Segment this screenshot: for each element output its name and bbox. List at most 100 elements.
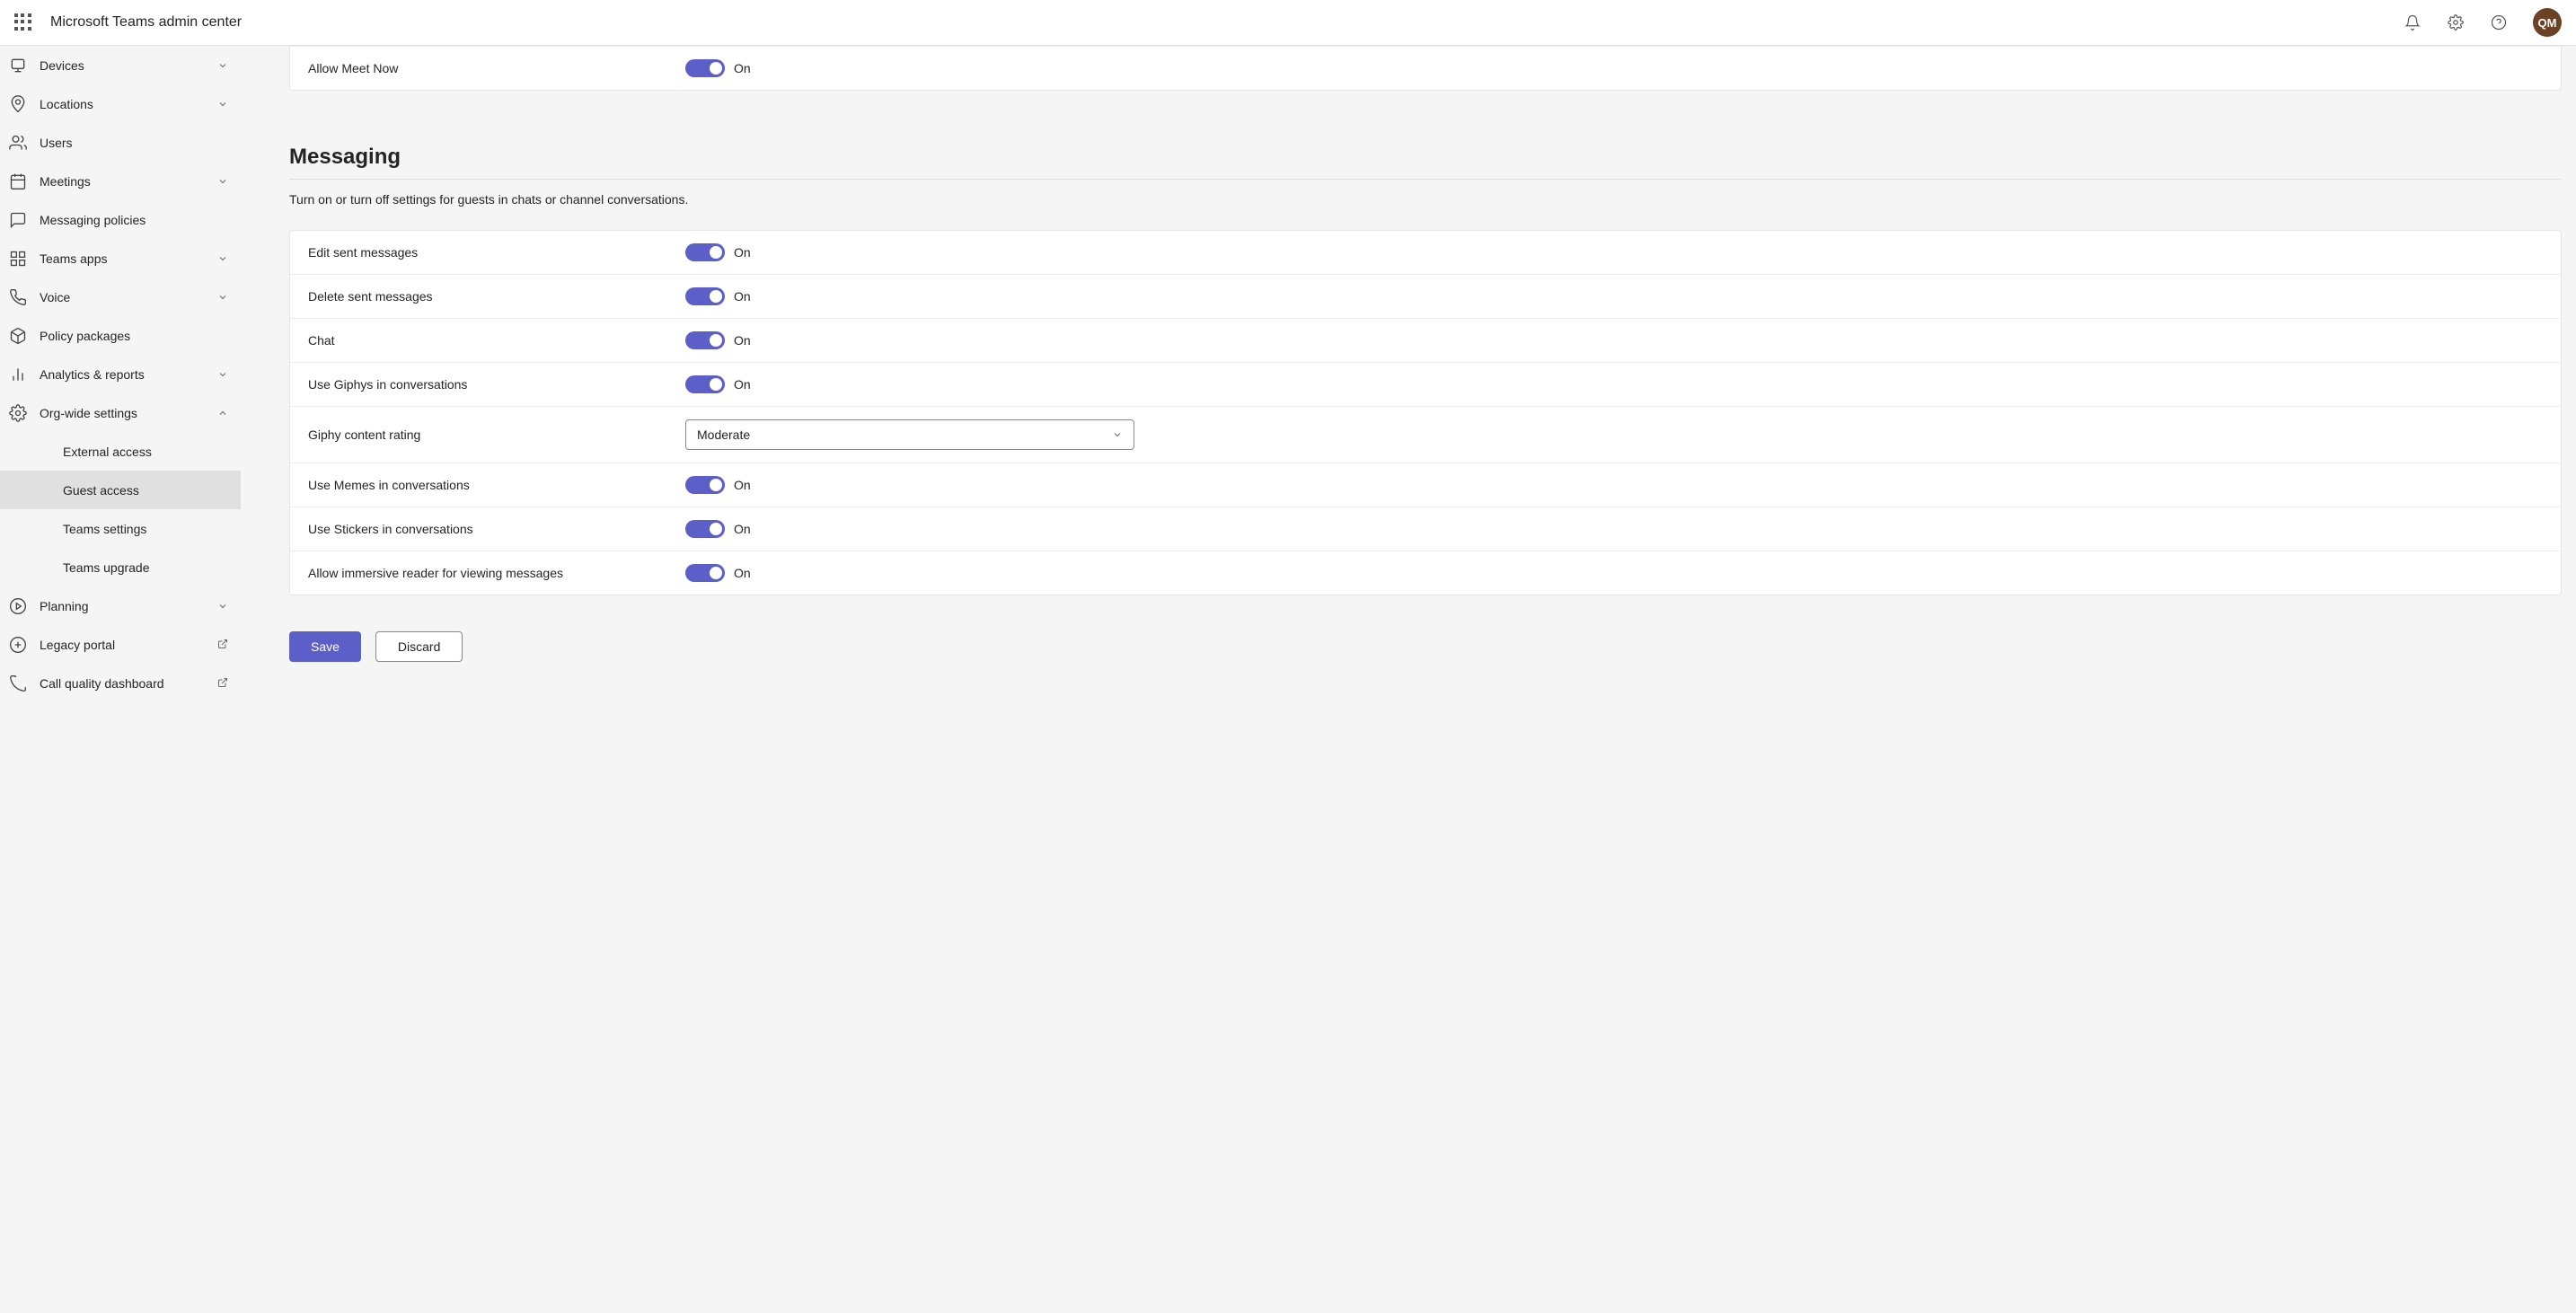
sidebar-item-messaging-policies[interactable]: Messaging policies — [0, 200, 241, 239]
sidebar-item-label: Planning — [40, 599, 205, 613]
setting-row-immersive-reader: Allow immersive reader for viewing messa… — [290, 551, 2561, 595]
sidebar-item-external-access[interactable]: External access — [0, 432, 241, 471]
sidebar-item-users[interactable]: Users — [0, 123, 241, 162]
sidebar-item-teams-apps[interactable]: Teams apps — [0, 239, 241, 278]
sidebar-item-label: External access — [63, 445, 230, 459]
sidebar-item-label: Locations — [40, 97, 205, 111]
setting-label: Delete sent messages — [308, 289, 685, 304]
external-link-icon — [217, 639, 230, 651]
setting-row-use-stickers: Use Stickers in conversations On — [290, 507, 2561, 551]
sidebar-item-meetings[interactable]: Meetings — [0, 162, 241, 200]
app-launcher-icon[interactable] — [14, 13, 32, 31]
chevron-down-icon — [216, 251, 230, 266]
sidebar-item-label: Analytics & reports — [40, 367, 205, 382]
sidebar-item-label: Voice — [40, 290, 205, 304]
setting-label: Use Memes in conversations — [308, 478, 685, 492]
toggle-use-memes[interactable] — [685, 476, 725, 494]
chevron-down-icon — [1112, 429, 1123, 440]
toggle-chat[interactable] — [685, 331, 725, 349]
setting-control: On — [685, 375, 2543, 393]
apps-icon — [7, 248, 29, 269]
location-icon — [7, 93, 29, 115]
settings-icon[interactable] — [2447, 13, 2465, 31]
sidebar-item-label: Legacy portal — [40, 638, 201, 652]
sidebar-item-call-quality-dashboard[interactable]: Call quality dashboard — [0, 664, 241, 702]
sidebar-item-voice[interactable]: Voice — [0, 278, 241, 316]
header-left: Microsoft Teams admin center — [14, 13, 242, 31]
toggle-state: On — [734, 522, 751, 536]
sidebar-item-devices[interactable]: Devices — [0, 46, 241, 84]
discard-button[interactable]: Discard — [375, 631, 463, 662]
legacy-icon — [7, 634, 29, 656]
sidebar-item-label: Call quality dashboard — [40, 676, 201, 691]
setting-row-giphy-content-rating: Giphy content rating Moderate — [290, 407, 2561, 463]
notifications-icon[interactable] — [2404, 13, 2422, 31]
sidebar-item-locations[interactable]: Locations — [0, 84, 241, 123]
sidebar-item-guest-access[interactable]: Guest access — [0, 471, 241, 509]
toggle-delete-sent-messages[interactable] — [685, 287, 725, 305]
toggle-use-stickers[interactable] — [685, 520, 725, 538]
toggle-state: On — [734, 377, 751, 392]
analytics-icon — [7, 364, 29, 385]
main-content: Allow Meet Now On Messaging Turn on or t… — [241, 46, 2576, 1313]
setting-row-edit-sent-messages: Edit sent messages On — [290, 231, 2561, 275]
setting-label: Allow Meet Now — [308, 61, 685, 75]
save-button[interactable]: Save — [289, 631, 361, 662]
toggle-state: On — [734, 333, 751, 348]
sidebar-item-org-wide-settings[interactable]: Org-wide settings — [0, 393, 241, 432]
chevron-down-icon — [216, 58, 230, 73]
toggle-edit-sent-messages[interactable] — [685, 243, 725, 261]
sidebar-item-planning[interactable]: Planning — [0, 586, 241, 625]
chevron-down-icon — [216, 367, 230, 382]
toggle-state: On — [734, 245, 751, 260]
setting-control: On — [685, 59, 2543, 77]
chat-icon — [7, 209, 29, 231]
toggle-allow-meet-now[interactable] — [685, 59, 725, 77]
calendar-icon — [7, 171, 29, 192]
chevron-down-icon — [216, 97, 230, 111]
messaging-card: Edit sent messages On Delete sent messag… — [289, 230, 2562, 595]
sidebar-item-teams-upgrade[interactable]: Teams upgrade — [0, 548, 241, 586]
setting-control: On — [685, 520, 2543, 538]
setting-label: Use Stickers in conversations — [308, 522, 685, 536]
chevron-down-icon — [216, 174, 230, 189]
setting-row-use-memes: Use Memes in conversations On — [290, 463, 2561, 507]
chevron-down-icon — [216, 290, 230, 304]
global-header: Microsoft Teams admin center QM — [0, 0, 2576, 46]
section-title-messaging: Messaging — [289, 127, 2562, 180]
toggle-immersive-reader[interactable] — [685, 564, 725, 582]
package-icon — [7, 325, 29, 347]
toggle-state: On — [734, 289, 751, 304]
avatar[interactable]: QM — [2533, 8, 2562, 37]
action-buttons: Save Discard — [289, 631, 2562, 662]
setting-row-delete-sent-messages: Delete sent messages On — [290, 275, 2561, 319]
section-description: Turn on or turn off settings for guests … — [289, 192, 2562, 207]
sidebar: Devices Locations Users Meetings — [0, 46, 241, 1313]
setting-control: Moderate — [685, 419, 2543, 450]
setting-label: Edit sent messages — [308, 245, 685, 260]
setting-label: Use Giphys in conversations — [308, 377, 685, 392]
sidebar-item-label: Teams settings — [63, 522, 230, 536]
settings-gear-icon — [7, 402, 29, 424]
toggle-state: On — [734, 566, 751, 580]
sidebar-item-analytics-reports[interactable]: Analytics & reports — [0, 355, 241, 393]
sidebar-item-legacy-portal[interactable]: Legacy portal — [0, 625, 241, 664]
call-quality-icon — [7, 673, 29, 694]
sidebar-item-label: Teams upgrade — [63, 560, 230, 575]
sidebar-item-label: Org-wide settings — [40, 406, 205, 420]
toggle-state: On — [734, 61, 751, 75]
select-giphy-content-rating[interactable]: Moderate — [685, 419, 1134, 450]
help-icon[interactable] — [2490, 13, 2508, 31]
setting-row-allow-meet-now: Allow Meet Now On — [290, 46, 2561, 90]
setting-control: On — [685, 476, 2543, 494]
devices-icon — [7, 55, 29, 76]
sidebar-item-label: Teams apps — [40, 251, 205, 266]
toggle-use-giphys[interactable] — [685, 375, 725, 393]
sidebar-item-label: Guest access — [63, 483, 230, 498]
app-title: Microsoft Teams admin center — [50, 14, 242, 31]
sidebar-item-teams-settings[interactable]: Teams settings — [0, 509, 241, 548]
external-link-icon — [217, 677, 230, 690]
sidebar-item-label: Policy packages — [40, 329, 230, 343]
sidebar-item-policy-packages[interactable]: Policy packages — [0, 316, 241, 355]
setting-label: Giphy content rating — [308, 427, 685, 442]
